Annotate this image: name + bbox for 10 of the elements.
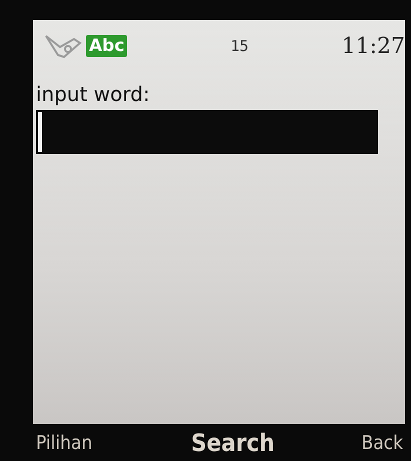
input-field[interactable] <box>36 110 378 154</box>
input-label: input word: <box>36 82 151 106</box>
pen-icon <box>44 33 84 59</box>
clock-time: 11:27 <box>342 34 405 58</box>
search-softkey[interactable]: Search <box>191 428 275 456</box>
character-count: 15 <box>229 37 250 55</box>
options-softkey[interactable]: Pilihan <box>36 432 92 454</box>
back-softkey[interactable]: Back <box>361 432 403 454</box>
text-cursor <box>38 112 42 152</box>
input-mode-indicator: Abc <box>86 35 128 57</box>
